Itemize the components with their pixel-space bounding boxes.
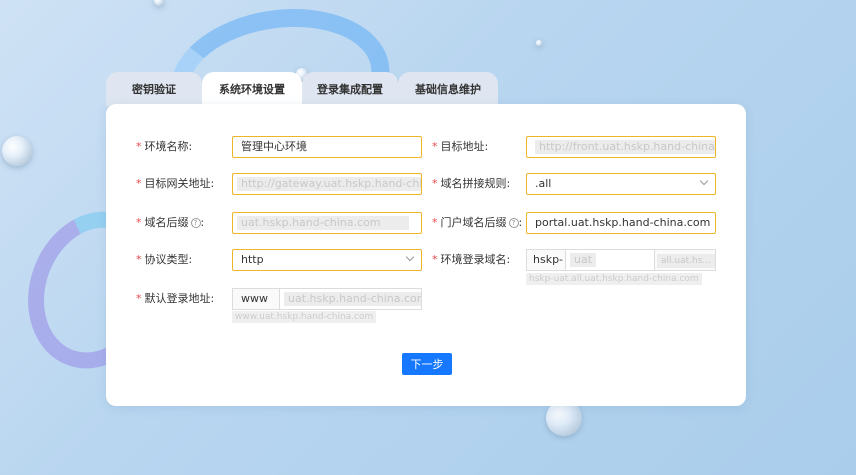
domain-rule-row: * 域名拼接规则: .all [432,173,722,195]
domain-suffix-placeholder: uat.hskp.hand-china.com [237,216,409,230]
tab-bar: 密钥验证 系统环境设置 登录集成配置 基础信息维护 [106,72,526,106]
env-login-domain-label: * 环境登录域名: [432,253,511,266]
tab-system-env-settings[interactable]: 系统环境设置 [202,72,302,106]
gateway-addr-placeholder: http://gateway.uat.hskp.hand-china.com [237,177,421,191]
tab-key-verification[interactable]: 密钥验证 [106,72,202,106]
default-login-label: * 默认登录地址: [136,292,215,305]
domain-suffix-label: * 域名后缀?: [136,216,205,229]
env-login-domain-suffix: all.uat.hs... [654,249,716,271]
portal-suffix-input[interactable]: portal.uat.hskp.hand-china.com [526,212,716,234]
target-addr-input[interactable]: http://front.uat.hskp.hand-china.com [526,136,716,158]
tab-basic-info[interactable]: 基础信息维护 [398,72,498,106]
portal-suffix-row: * 门户域名后缀?: portal.uat.hskp.hand-china.com [432,212,722,234]
env-name-input[interactable]: 管理中心环境 [232,136,422,158]
chevron-down-icon [405,252,415,262]
target-addr-label: * 目标地址: [432,140,489,153]
default-login-placeholder: uat.hskp.hand-china.com [284,292,421,306]
help-icon[interactable]: ? [190,218,201,228]
env-login-domain-hint: hskp-uat.all.uat.hskp.hand-china.com [526,273,702,285]
domain-suffix-row: * 域名后缀?: uat.hskp.hand-china.com [136,212,426,234]
decorative-bubble [536,40,542,46]
env-login-domain-placeholder: uat [570,253,597,267]
portal-suffix-label: * 门户域名后缀?: [432,216,523,229]
gateway-addr-input[interactable]: http://gateway.uat.hskp.hand-china.com [232,173,422,195]
env-login-domain-prefix: hskp- [526,249,566,271]
decorative-bubble [2,136,32,166]
domain-rule-select[interactable]: .all [526,173,716,195]
chevron-down-icon [699,176,709,186]
protocol-row: * 协议类型: http [136,249,426,271]
next-step-button[interactable]: 下一步 [402,353,452,375]
gateway-addr-label: * 目标网关地址: [136,177,215,190]
gateway-addr-row: * 目标网关地址: http://gateway.uat.hskp.hand-ch… [136,173,426,195]
protocol-label: * 协议类型: [136,253,193,266]
protocol-select[interactable]: http [232,249,422,271]
default-login-prefix: www [232,288,280,310]
target-addr-placeholder: http://front.uat.hskp.hand-china.com [535,140,715,154]
domain-suffix-input[interactable]: uat.hskp.hand-china.com [232,212,422,234]
default-login-row: * 默认登录地址: www uat.hskp.hand-china.com [136,288,426,310]
tab-login-integration[interactable]: 登录集成配置 [302,72,398,106]
env-login-domain-row: * 环境登录域名: hskp- uat all.uat.hs... [432,249,722,271]
default-login-hint: www.uat.hskp.hand-china.com [232,311,377,323]
domain-rule-label: * 域名拼接规则: [432,177,511,190]
default-login-input[interactable]: uat.hskp.hand-china.com [279,288,422,310]
env-name-label: * 环境名称: [136,140,193,153]
env-login-domain-input[interactable]: uat [565,249,655,271]
env-name-row: * 环境名称: 管理中心环境 [136,136,426,158]
decorative-bubble [154,0,164,6]
settings-form-card: * 环境名称: 管理中心环境 * 目标地址: http://front.uat.hs… [106,104,746,406]
help-icon[interactable]: ? [508,218,519,228]
target-addr-row: *目标地址: http://front.uat.hskp.hand-china.… [432,136,722,158]
